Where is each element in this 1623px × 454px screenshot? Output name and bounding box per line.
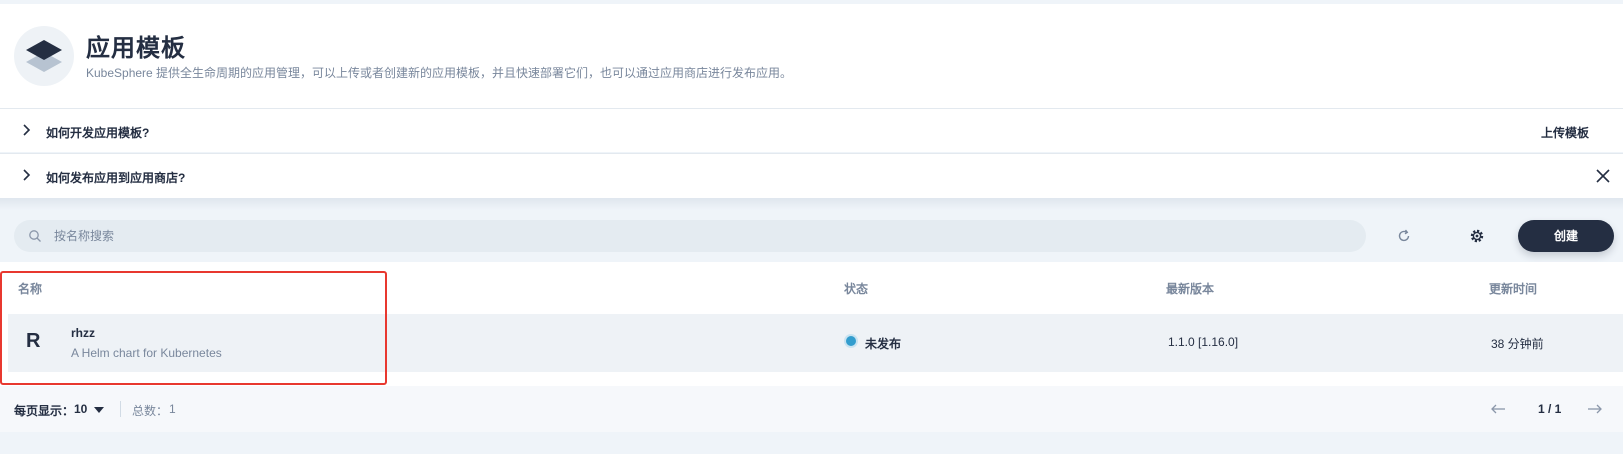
tip-label: 如何开发应用模板? (46, 126, 150, 140)
divider (120, 401, 121, 417)
page-description: KubeSphere 提供全生命周期的应用管理，可以上传或者创建新的应用模板，并… (86, 66, 793, 80)
per-page-label: 每页显示： (14, 404, 75, 418)
total-label: 总数： (132, 404, 169, 418)
per-page-select[interactable]: 10 (74, 402, 87, 416)
column-header-status[interactable]: 状态 (844, 280, 868, 297)
tip-publish-to-app-store[interactable]: 如何发布应用到应用商店? (0, 153, 1623, 198)
page-title: 应用模板 (86, 35, 186, 62)
search-box[interactable] (14, 220, 1366, 252)
upload-template-button[interactable]: 上传模板 (1541, 124, 1589, 141)
create-button[interactable]: 创建 (1518, 220, 1614, 252)
column-header-updated-time[interactable]: 更新时间 (1489, 280, 1537, 297)
search-input[interactable] (54, 220, 1344, 252)
updated-time: 38 分钟前 (1491, 337, 1544, 351)
pagination-bar: 每页显示： 10 总数： 1 1 / 1 (0, 386, 1623, 432)
refresh-icon[interactable] (1396, 228, 1412, 244)
chevron-right-icon (23, 169, 31, 181)
arrow-right-icon[interactable] (1587, 402, 1603, 416)
search-icon (29, 230, 41, 242)
arrow-left-icon[interactable] (1490, 402, 1506, 416)
status-badge: 未发布 (865, 337, 902, 351)
close-icon[interactable] (1595, 168, 1611, 184)
toolbar: 创建 (0, 210, 1623, 262)
layers-icon (14, 26, 74, 86)
tip-label: 如何发布应用到应用商店? (46, 171, 186, 185)
page-indicator: 1 / 1 (1538, 402, 1562, 416)
status-indicator (846, 336, 856, 346)
column-header-latest-version[interactable]: 最新版本 (1166, 280, 1214, 297)
latest-version: 1.1.0 [1.16.0] (1168, 335, 1239, 349)
total-count: 1 (169, 402, 176, 416)
highlight-box (0, 271, 387, 385)
page-banner: 应用模板 KubeSphere 提供全生命周期的应用管理，可以上传或者创建新的应… (0, 4, 1623, 108)
chevron-right-icon (23, 124, 31, 136)
tip-develop-app-template[interactable]: 如何开发应用模板? 上传模板 (0, 108, 1623, 152)
caret-down-icon[interactable] (94, 407, 104, 413)
section-divider (0, 198, 1623, 210)
gear-icon[interactable] (1468, 227, 1486, 245)
